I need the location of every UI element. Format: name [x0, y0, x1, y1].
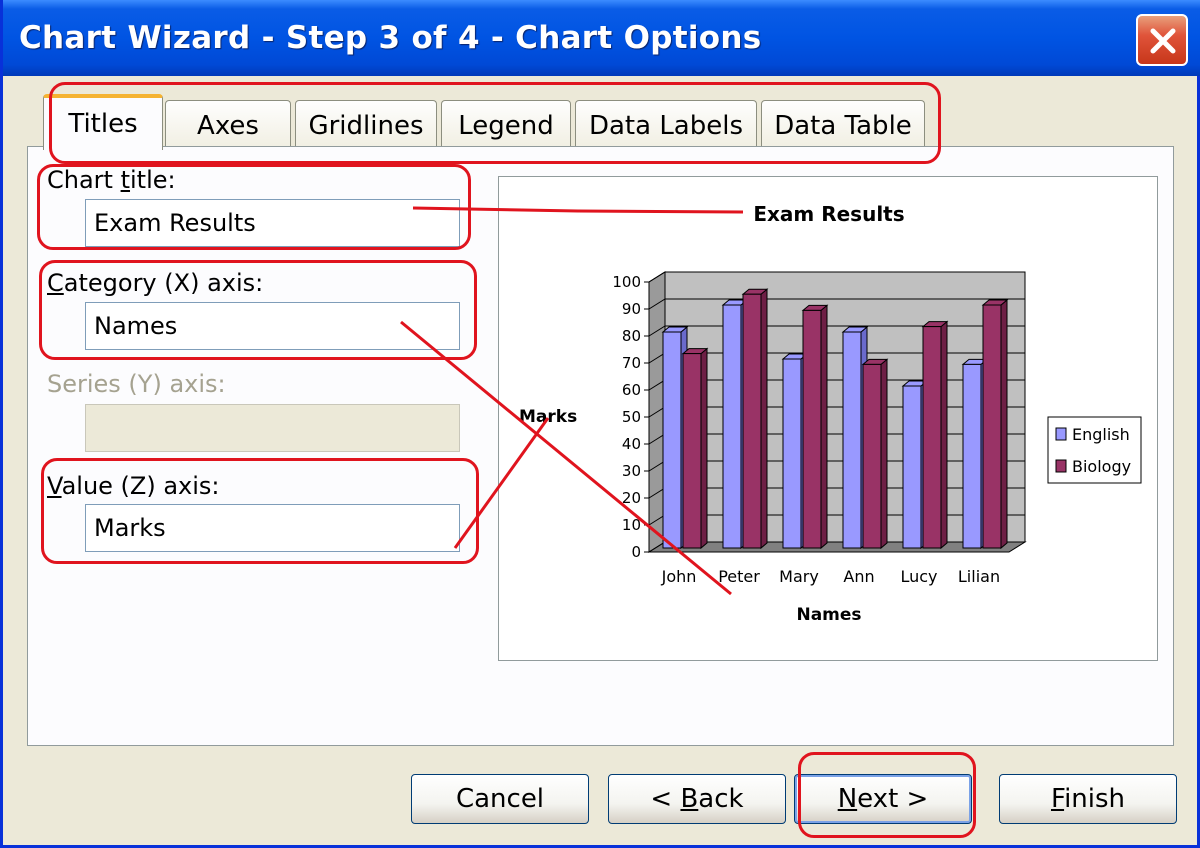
bar-biology-peter	[742, 293, 762, 549]
legend-label-english: English	[1072, 425, 1130, 444]
close-button[interactable]	[1136, 14, 1188, 66]
bar-side-biology-peter	[760, 288, 768, 550]
tab-label: Data Table	[774, 111, 912, 141]
legend-swatch-biology	[1055, 459, 1067, 473]
next-button[interactable]: Next >	[794, 774, 972, 824]
bar-biology-mary	[802, 309, 822, 549]
chart-y-tick-label: 70	[622, 354, 641, 372]
bar-biology-ann	[862, 363, 882, 549]
close-icon	[1150, 28, 1176, 54]
tab-axes[interactable]: Axes	[165, 100, 291, 148]
chart-y-tick-label: 30	[622, 462, 641, 480]
bar-english-mary	[782, 358, 802, 549]
bar-side-biology-lucy	[940, 320, 948, 550]
bar-english-lilian	[962, 363, 982, 549]
chart-x-tick-label: Ann	[843, 567, 874, 586]
bar-english-peter	[722, 304, 742, 549]
chart-x-tick-label: Mary	[779, 567, 819, 586]
tab-label: Data Labels	[588, 111, 744, 141]
bar-biology-lucy	[922, 326, 942, 549]
back-button[interactable]: < Back	[608, 774, 786, 824]
value-axis-label: Value (Z) axis:	[47, 472, 220, 500]
tab-data-table[interactable]: Data Table	[761, 100, 925, 148]
tab-legend[interactable]: Legend	[441, 100, 571, 148]
bar-english-john	[662, 331, 682, 549]
chart-preview: Exam Results Marks Names 0 10 20 30 40 50 60 70…	[498, 176, 1158, 661]
bar-english-lucy	[902, 385, 922, 549]
bar-side-biology-ann	[880, 358, 888, 550]
tab-data-labels[interactable]: Data Labels	[575, 100, 757, 148]
bar-english-ann	[842, 331, 862, 549]
bar-side-biology-lilian	[1000, 298, 1008, 550]
legend-swatch-english	[1055, 427, 1067, 441]
chart-y-tick-label: 20	[622, 489, 641, 507]
bar-biology-john	[682, 353, 702, 549]
tab-label: Axes	[197, 111, 259, 141]
chart-y-tick-label: 0	[631, 543, 641, 561]
chart-title-input[interactable]: Exam Results	[85, 199, 460, 247]
chart-y-tick-label: 60	[622, 381, 641, 399]
value-axis-input[interactable]: Marks	[85, 504, 460, 552]
series-axis-label: Series (Y) axis:	[47, 370, 226, 398]
chart-y-tick-label: 80	[622, 327, 641, 345]
tab-gridlines[interactable]: Gridlines	[295, 100, 437, 148]
chart-x-tick-label: Lilian	[958, 567, 1000, 586]
tab-label: Titles	[68, 109, 138, 139]
chart-x-label: Names	[796, 605, 861, 625]
category-axis-label: Category (X) axis:	[47, 269, 264, 297]
chart-wizard-dialog: Chart Wizard - Step 3 of 4 - Chart Optio…	[0, 0, 1200, 848]
title-bar[interactable]: Chart Wizard - Step 3 of 4 - Chart Optio…	[3, 0, 1200, 76]
button-label: Cancel	[455, 784, 545, 814]
bar-biology-lilian	[982, 304, 1002, 549]
chart-x-tick-label: Peter	[718, 567, 760, 586]
chart-y-label: Marks	[519, 407, 577, 427]
chart-y-tick-label: 40	[622, 435, 641, 453]
chart-x-tick-label: John	[661, 567, 697, 586]
cancel-button[interactable]: Cancel	[411, 774, 589, 824]
finish-button[interactable]: Finish	[999, 774, 1177, 824]
series-axis-input	[85, 404, 460, 452]
chart-svg: Exam Results Marks Names 0 10 20 30 40 50 60 70…	[519, 202, 1142, 625]
chart-y-tick-label: 50	[622, 408, 641, 426]
category-axis-input[interactable]: Names	[85, 302, 460, 350]
legend-label-biology: Biology	[1072, 457, 1131, 476]
chart-y-tick-label: 90	[622, 300, 641, 318]
chart-y-tick-label: 100	[612, 273, 641, 291]
chart-title-label: Chart title:	[47, 166, 176, 194]
chart-title: Exam Results	[753, 202, 904, 226]
tab-titles[interactable]: Titles	[43, 94, 163, 150]
tab-label: Legend	[458, 111, 554, 141]
bar-side-biology-mary	[820, 304, 828, 550]
chart-legend: English Biology	[1047, 416, 1142, 484]
bar-side-biology-john	[700, 347, 708, 550]
tab-label: Gridlines	[308, 111, 424, 141]
window-title: Chart Wizard - Step 3 of 4 - Chart Optio…	[19, 20, 762, 56]
chart-x-tick-label: Lucy	[900, 567, 937, 586]
chart-y-tick-label: 10	[622, 516, 641, 534]
